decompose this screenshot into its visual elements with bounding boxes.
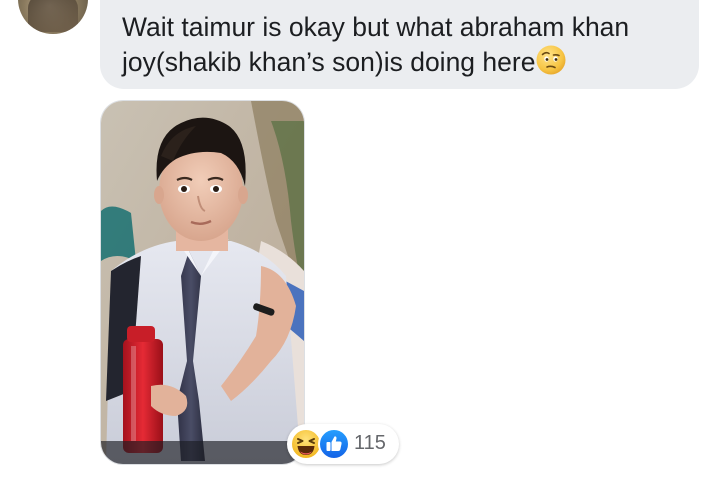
face-with-raised-eyebrow-icon bbox=[535, 44, 567, 84]
thumbs-up-like-icon bbox=[318, 428, 350, 465]
reaction-summary[interactable]: 115 bbox=[287, 424, 399, 464]
attached-photo[interactable] bbox=[101, 101, 304, 464]
avatar-photo-detail bbox=[28, 0, 78, 32]
photo-content bbox=[101, 101, 304, 464]
comment-text: Wait taimur is okay but what abraham kha… bbox=[122, 11, 682, 84]
reaction-count: 115 bbox=[354, 432, 386, 454]
commenter-avatar[interactable] bbox=[18, 0, 88, 34]
